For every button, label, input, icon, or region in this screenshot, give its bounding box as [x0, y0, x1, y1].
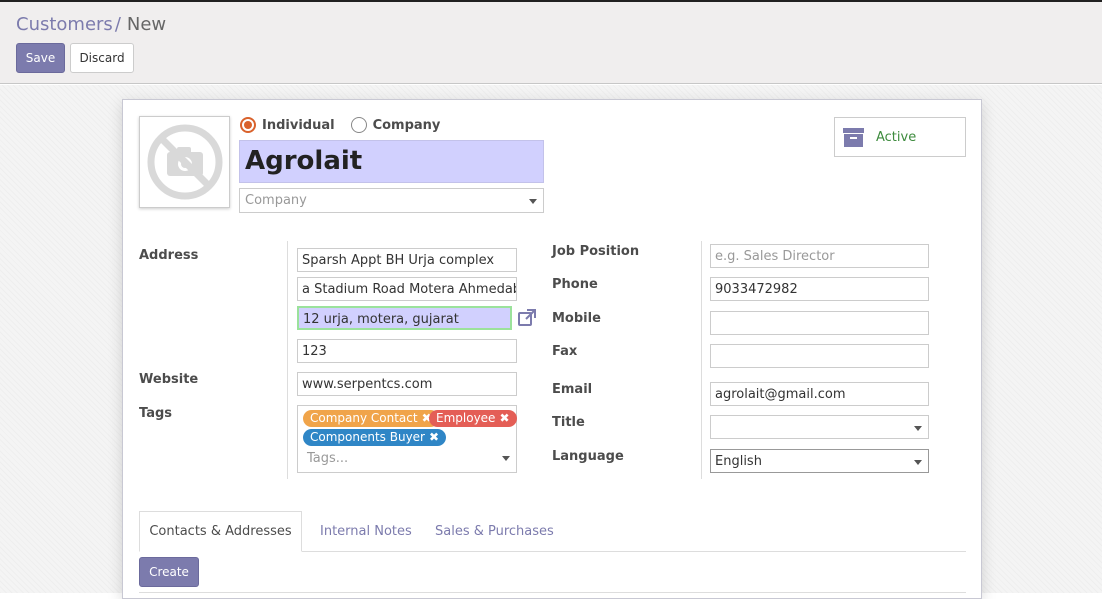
city-input[interactable]: 12 urja, motera, gujarat	[297, 306, 512, 330]
archive-icon	[843, 127, 864, 147]
job-position-label: Job Position	[552, 244, 640, 259]
language-select-value: English	[715, 454, 762, 469]
title-label: Title	[552, 415, 585, 430]
company-radio-label[interactable]: Company	[373, 118, 441, 133]
external-link-icon[interactable]	[517, 308, 537, 328]
email-input[interactable]: agrolait@gmail.com	[710, 382, 929, 406]
language-select[interactable]: English	[710, 449, 929, 473]
job-position-input[interactable]: e.g. Sales Director	[710, 244, 929, 268]
left-column-divider	[287, 241, 288, 479]
chevron-down-icon[interactable]	[502, 456, 510, 461]
tags-input-placeholder[interactable]: Tags...	[307, 451, 348, 466]
create-button[interactable]: Create	[139, 557, 199, 587]
title-select[interactable]	[710, 415, 929, 439]
tag-badge: Components Buyer ✖	[303, 429, 447, 446]
email-label: Email	[552, 382, 593, 397]
individual-radio[interactable]	[240, 117, 256, 133]
company-select-placeholder: Company	[245, 193, 307, 208]
breadcrumb-customers-link[interactable]: Customers	[16, 14, 113, 35]
chevron-down-icon[interactable]	[529, 199, 537, 204]
form-sheet: Individual Company Agrolait Company Acti…	[122, 99, 982, 599]
partner-name-input[interactable]: Agrolait	[239, 140, 544, 183]
remove-tag-icon[interactable]: ✖	[429, 430, 439, 444]
phone-input[interactable]: 9033472982	[710, 277, 929, 301]
right-column-divider	[701, 241, 702, 479]
mobile-input[interactable]	[710, 311, 929, 335]
control-panel: Customers / New Save Discard	[0, 2, 1102, 84]
tags-field[interactable]: Company Contact ✖ Employee ✖ Components Bu…	[297, 405, 517, 473]
tag-label: Employee	[436, 411, 496, 425]
tag-badge: Company Contact ✖	[303, 410, 439, 427]
website-label: Website	[139, 372, 199, 387]
save-button[interactable]: Save	[16, 43, 65, 73]
tab-internal-notes[interactable]: Internal Notes	[320, 511, 412, 552]
active-status-label: Active	[876, 129, 917, 145]
partner-type-radio-group: Individual Company	[240, 117, 456, 133]
tab-sales-purchases[interactable]: Sales & Purchases	[435, 511, 554, 552]
street-input[interactable]: Sparsh Appt BH Urja complex	[297, 248, 517, 272]
chevron-down-icon[interactable]	[914, 460, 922, 465]
individual-radio-label[interactable]: Individual	[262, 118, 335, 133]
tag-label: Components Buyer	[310, 430, 425, 444]
tag-label: Company Contact	[310, 411, 418, 425]
no-photo-icon	[147, 124, 222, 200]
breadcrumb: Customers / New	[16, 14, 166, 35]
company-radio[interactable]	[350, 117, 367, 133]
tab-contacts-addresses[interactable]: Contacts & Addresses	[139, 511, 302, 552]
tags-label: Tags	[139, 406, 173, 421]
mobile-label: Mobile	[552, 311, 601, 326]
discard-button[interactable]: Discard	[70, 43, 134, 73]
phone-label: Phone	[552, 277, 598, 292]
breadcrumb-current: New	[126, 14, 167, 35]
active-toggle-button[interactable]: Active	[834, 117, 966, 157]
address-label: Address	[139, 248, 199, 263]
avatar-image-field[interactable]	[139, 116, 230, 208]
zip-input[interactable]: 123	[297, 339, 517, 363]
website-input[interactable]: www.serpentcs.com	[297, 372, 517, 396]
language-label: Language	[552, 449, 624, 464]
notebook-tabs: Contacts & Addresses Internal Notes Sale…	[139, 511, 966, 552]
street2-input[interactable]: a Stadium Road Motera Ahmedabad	[297, 277, 517, 301]
fax-label: Fax	[552, 344, 578, 359]
tag-badge: Employee ✖	[429, 410, 517, 427]
remove-tag-icon[interactable]: ✖	[499, 411, 509, 425]
fax-input[interactable]	[710, 344, 929, 368]
breadcrumb-separator: /	[114, 14, 121, 35]
company-select[interactable]: Company	[239, 188, 544, 213]
chevron-down-icon[interactable]	[914, 426, 922, 431]
